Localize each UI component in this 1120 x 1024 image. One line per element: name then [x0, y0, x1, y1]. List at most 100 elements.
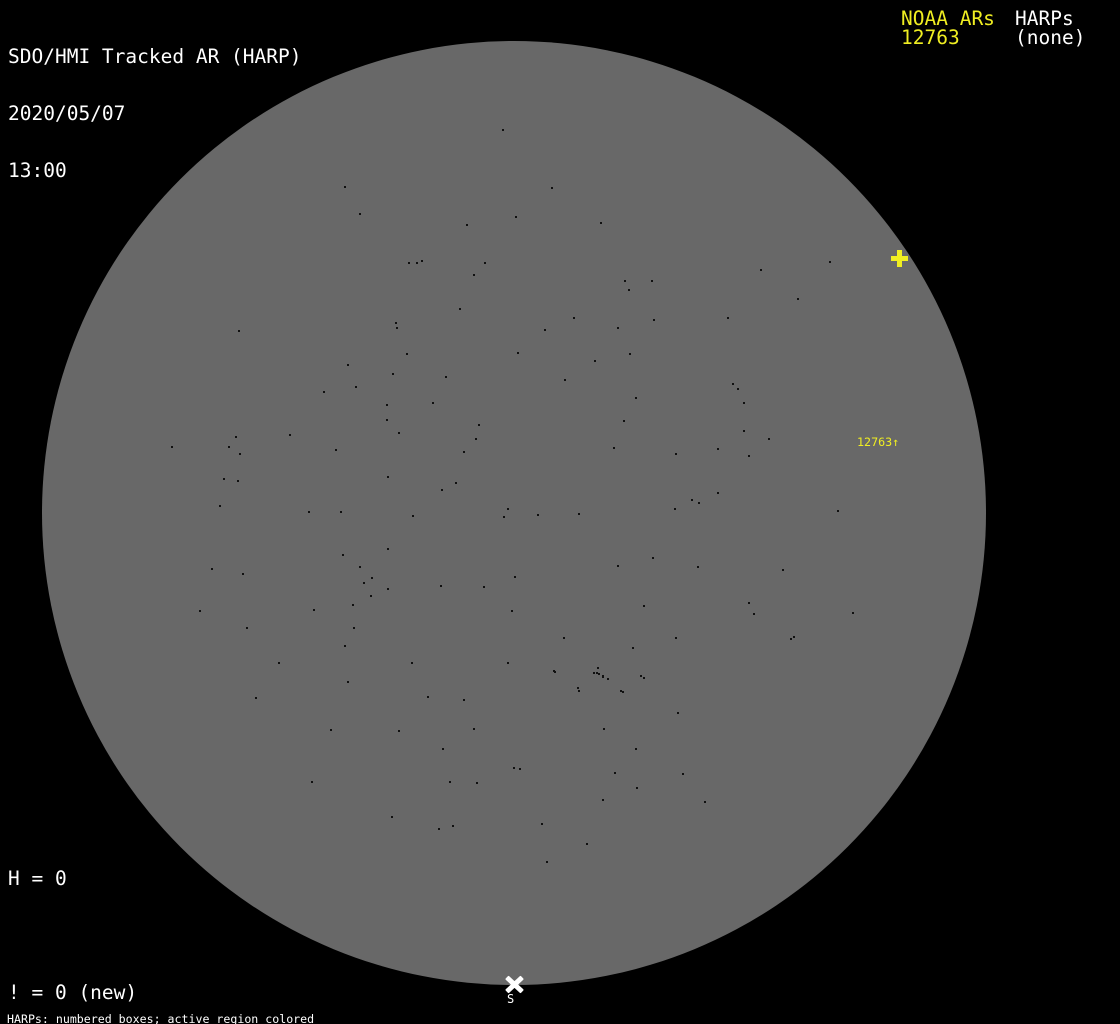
harps-list: (none)	[1015, 26, 1086, 49]
speck	[359, 566, 361, 568]
legend-spacer	[8, 926, 231, 945]
speck	[311, 781, 313, 783]
speck	[553, 670, 555, 672]
speck	[386, 419, 388, 421]
speck	[507, 508, 509, 510]
speck	[473, 274, 475, 276]
speck	[717, 448, 719, 450]
speck	[507, 662, 509, 664]
speck	[628, 289, 630, 291]
speck	[704, 801, 706, 803]
speck	[602, 799, 604, 801]
speck	[737, 388, 739, 390]
speck	[440, 585, 442, 587]
speck	[340, 511, 342, 513]
speck	[632, 647, 634, 649]
speck	[790, 638, 792, 640]
noaa-ar-list: 12763	[901, 26, 960, 49]
speck	[635, 397, 637, 399]
speck	[219, 505, 221, 507]
speck	[541, 823, 543, 825]
speck	[355, 386, 357, 388]
speck	[363, 582, 365, 584]
speck	[387, 588, 389, 590]
speck	[502, 129, 504, 131]
speck	[603, 728, 605, 730]
speck	[793, 636, 795, 638]
speck	[199, 610, 201, 612]
page-title: SDO/HMI Tracked AR (HARP)	[8, 45, 302, 68]
speck	[732, 383, 734, 385]
speck	[852, 612, 854, 614]
speck	[546, 861, 548, 863]
speck	[782, 569, 784, 571]
speck	[478, 424, 480, 426]
speck	[697, 566, 699, 568]
speck	[335, 449, 337, 451]
speck	[513, 767, 515, 769]
speck	[452, 825, 454, 827]
speck	[748, 455, 750, 457]
speck	[347, 681, 349, 683]
speck	[387, 476, 389, 478]
speck	[211, 568, 213, 570]
speck	[551, 187, 553, 189]
speck	[643, 677, 645, 679]
speck	[622, 691, 624, 693]
speck	[573, 317, 575, 319]
speck	[289, 434, 291, 436]
speck	[675, 453, 677, 455]
speck	[353, 627, 355, 629]
speck	[607, 678, 609, 680]
speck	[617, 327, 619, 329]
speck	[398, 432, 400, 434]
speck	[620, 690, 622, 692]
speck	[449, 781, 451, 783]
speck	[717, 492, 719, 494]
footer-notes: HARPs: numbered boxes; active region col…	[7, 992, 412, 1024]
observation-time: 13:00	[8, 159, 67, 182]
speck	[682, 773, 684, 775]
speck	[514, 576, 516, 578]
ar-summary-table: NOAA ARs HARPs 12763 (none)	[901, 9, 1086, 49]
speck	[344, 186, 346, 188]
speck	[421, 260, 423, 262]
speck	[537, 514, 539, 516]
speck	[416, 262, 418, 264]
speck	[342, 554, 344, 556]
speck	[674, 508, 676, 510]
speck	[629, 353, 631, 355]
speck	[313, 609, 315, 611]
speck	[386, 404, 388, 406]
speck	[640, 675, 642, 677]
speck	[698, 502, 700, 504]
south-pole-x-icon	[505, 975, 524, 994]
speck	[829, 261, 831, 263]
speck	[677, 712, 679, 714]
speck	[675, 637, 677, 639]
speck	[743, 430, 745, 432]
speck	[408, 262, 410, 264]
speck	[727, 317, 729, 319]
speck	[564, 379, 566, 381]
speck	[459, 308, 461, 310]
speck	[743, 402, 745, 404]
speck	[636, 787, 638, 789]
speck	[597, 667, 599, 669]
speck	[466, 224, 468, 226]
speck	[438, 828, 440, 830]
speck	[594, 360, 596, 362]
noaa-ar-number-label: 12763↑	[857, 435, 900, 449]
speck	[753, 613, 755, 615]
speck	[359, 213, 361, 215]
speck	[442, 748, 444, 750]
speck	[515, 216, 517, 218]
speck	[255, 697, 257, 699]
speck	[652, 557, 654, 559]
speck	[398, 730, 400, 732]
speck	[427, 696, 429, 698]
speck	[617, 565, 619, 567]
speck	[503, 516, 505, 518]
speck	[563, 637, 565, 639]
south-pole-label: S	[507, 992, 515, 1006]
